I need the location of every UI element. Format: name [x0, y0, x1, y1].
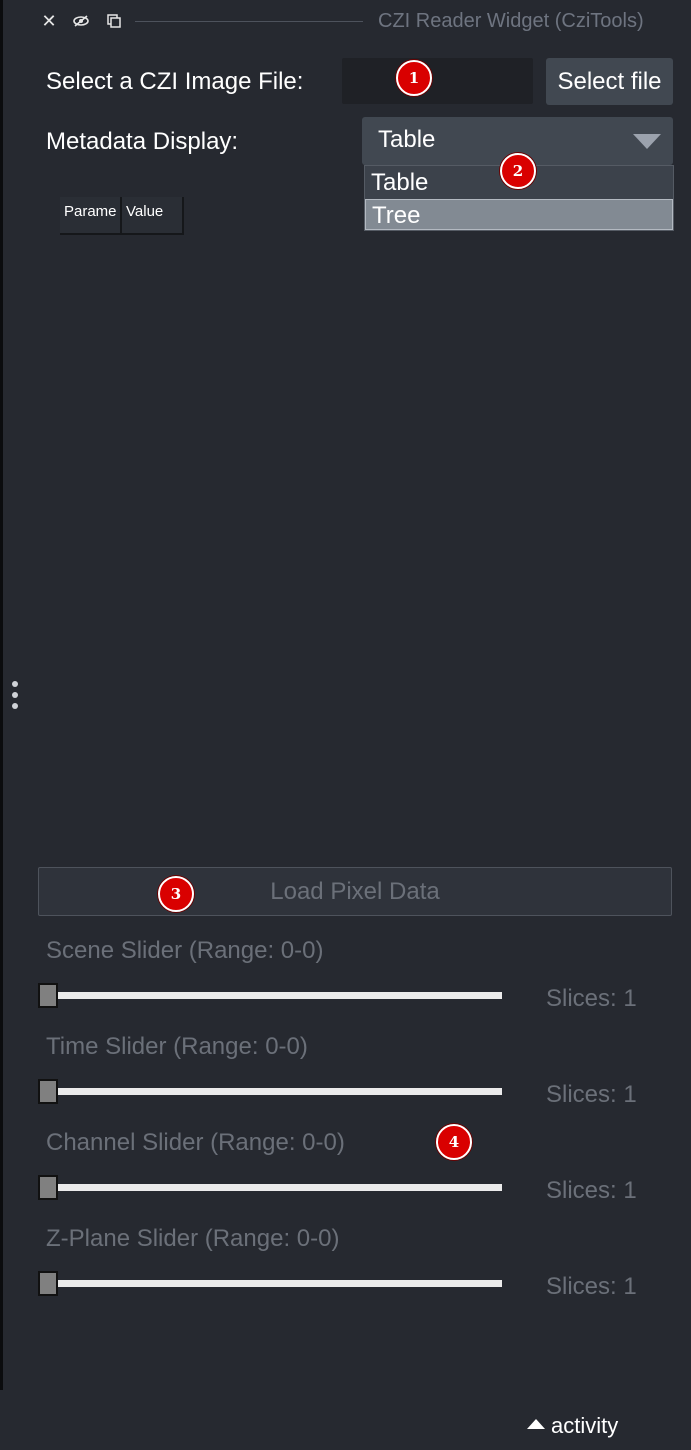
select-file-button[interactable]: Select file	[546, 58, 673, 105]
metadata-display-label: Metadata Display:	[46, 128, 239, 155]
title-separator	[135, 21, 363, 22]
annotation-badge: 1	[396, 60, 432, 96]
caret-up-icon	[527, 1419, 545, 1429]
resize-handle-icon[interactable]	[12, 681, 20, 714]
load-pixel-data-button[interactable]: Load Pixel Data	[38, 867, 672, 916]
channel-slider-track[interactable]	[50, 1184, 502, 1191]
scene-slider-label: Scene Slider (Range: 0-0)	[46, 937, 324, 964]
widget-title: CZI Reader Widget (CziTools)	[378, 10, 644, 32]
time-slider-handle[interactable]	[38, 1079, 58, 1104]
annotation-badge: 4	[436, 1124, 472, 1160]
channel-slices-count: Slices: 1	[546, 1177, 637, 1204]
file-select-label: Select a CZI Image File:	[46, 68, 304, 95]
activity-label: activity	[551, 1413, 619, 1438]
zplane-slider-track[interactable]	[50, 1280, 502, 1287]
time-slider-label: Time Slider (Range: 0-0)	[46, 1033, 308, 1060]
zplane-slider-label: Z-Plane Slider (Range: 0-0)	[46, 1225, 340, 1252]
dock-title-bar: ✕ CZI Reader Widget (CziTools)	[0, 0, 691, 44]
channel-slider-label: Channel Slider (Range: 0-0)	[46, 1129, 345, 1156]
activity-toggle[interactable]: activity	[527, 1413, 618, 1439]
annotation-badge: 3	[158, 876, 194, 912]
chevron-down-icon	[633, 134, 661, 149]
time-slider-track[interactable]	[50, 1088, 502, 1095]
close-icon[interactable]: ✕	[40, 11, 58, 31]
file-path-field[interactable]	[342, 58, 533, 104]
annotation-badge: 2	[500, 153, 536, 189]
czi-reader-widget: ✕ CZI Reader Widget (CziTools) Select a …	[0, 0, 691, 1450]
scene-slices-count: Slices: 1	[546, 985, 637, 1012]
panel-border	[0, 0, 3, 1390]
table-header-value[interactable]: Value	[122, 197, 184, 235]
dropdown-option-tree[interactable]: Tree	[365, 199, 673, 230]
table-header-parameter[interactable]: Parame	[60, 197, 122, 235]
channel-slider-handle[interactable]	[38, 1175, 58, 1200]
metadata-table-header: Parame Value	[60, 197, 184, 236]
combobox-value: Table	[378, 126, 436, 153]
time-slices-count: Slices: 1	[546, 1081, 637, 1108]
scene-slider-handle[interactable]	[38, 983, 58, 1008]
zplane-slider-handle[interactable]	[38, 1271, 58, 1296]
zplane-slices-count: Slices: 1	[546, 1273, 637, 1300]
eye-icon[interactable]	[72, 11, 90, 31]
scene-slider-track[interactable]	[50, 992, 502, 999]
float-icon[interactable]	[105, 11, 123, 31]
